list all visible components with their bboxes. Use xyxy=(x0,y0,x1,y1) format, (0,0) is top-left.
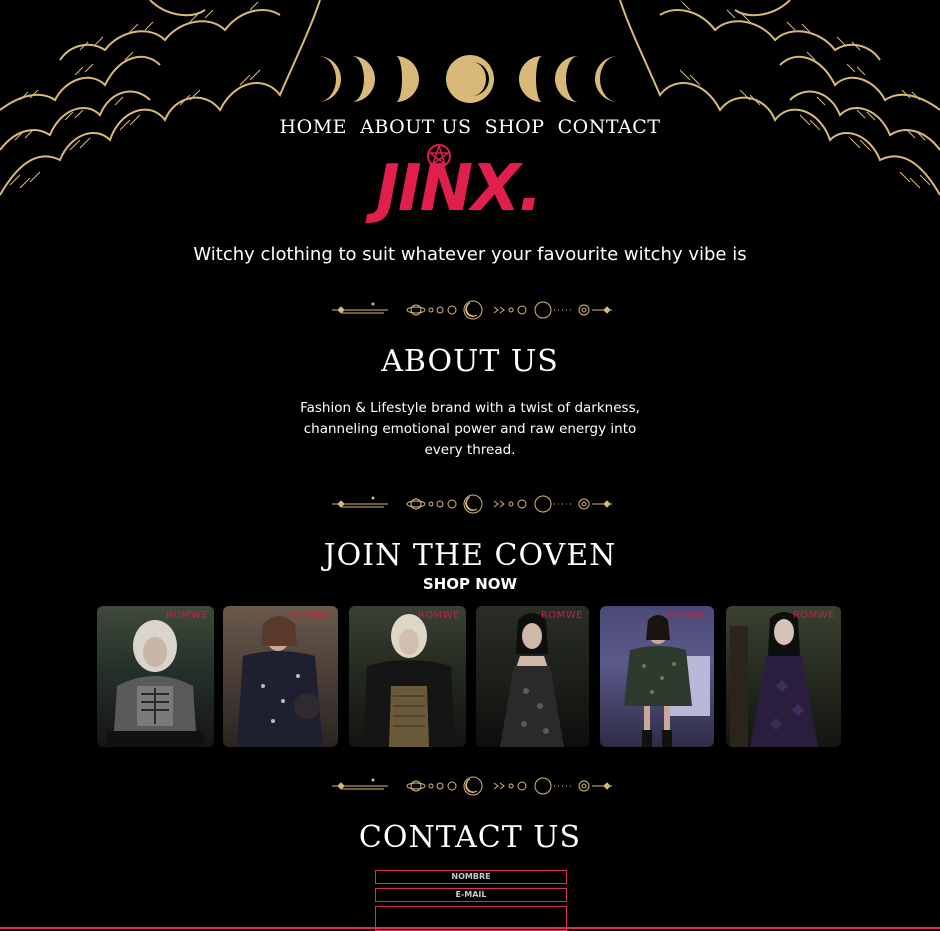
product-brand: ROMWE xyxy=(665,610,708,621)
tagline: Witchy clothing to suit whatever your fa… xyxy=(193,244,747,265)
celestial-dress-photo-icon xyxy=(237,616,323,747)
name-field[interactable]: NOMBRE xyxy=(375,870,567,884)
name-placeholder: NOMBRE xyxy=(451,872,491,881)
product-card[interactable]: ROMWE xyxy=(223,606,338,747)
offshoulder-dress-photo-icon xyxy=(624,615,710,747)
nav-contact-link[interactable]: CONTACT xyxy=(558,116,661,138)
nav-home-link[interactable]: HOME xyxy=(280,116,347,138)
product-brand: ROMWE xyxy=(540,610,583,621)
moon-phases-icon xyxy=(318,55,618,103)
product-card[interactable]: ROMWE xyxy=(349,606,466,747)
celestial-divider-icon xyxy=(332,776,612,796)
celestial-divider-icon xyxy=(332,300,612,320)
cloud-corner-left-decoration xyxy=(0,0,321,196)
skeleton-top-photo-icon xyxy=(107,620,204,747)
product-card[interactable]: ROMWE xyxy=(726,606,841,747)
product-gallery: ROMWE ROMWE ROMWE ROMWE ROMWE ROMWE xyxy=(97,606,841,747)
product-brand: ROMWE xyxy=(792,610,835,621)
shop-now-link[interactable]: SHOP NOW xyxy=(0,575,940,593)
logo-text: JINX. xyxy=(376,152,543,226)
about-title: ABOUT US xyxy=(381,344,559,379)
coven-title: JOIN THE COVEN xyxy=(323,538,617,573)
main-nav: HOME ABOUT US SHOP CONTACT xyxy=(0,116,940,138)
product-card[interactable]: ROMWE xyxy=(97,606,214,747)
cloud-corner-right-decoration xyxy=(619,0,940,196)
email-field[interactable]: E-MAIL xyxy=(375,888,567,902)
product-card[interactable]: ROMWE xyxy=(476,606,589,747)
email-placeholder: E-MAIL xyxy=(455,890,487,899)
product-brand: ROMWE xyxy=(417,610,460,621)
product-brand: ROMWE xyxy=(289,610,332,621)
jinx-logo[interactable]: JINX. xyxy=(368,143,568,233)
about-text: Fashion & Lifestyle brand with a twist o… xyxy=(300,400,640,458)
product-card[interactable]: ROMWE xyxy=(600,606,714,747)
corset-blouse-photo-icon xyxy=(363,614,455,747)
slip-dress-photo-icon xyxy=(500,613,564,747)
celestial-divider-icon xyxy=(332,494,612,514)
contact-title: CONTACT US xyxy=(358,820,582,855)
nav-shop-link[interactable]: SHOP xyxy=(485,116,545,138)
velvet-slip-dress-photo-icon xyxy=(730,612,818,747)
nav-about-link[interactable]: ABOUT US xyxy=(360,116,471,138)
product-brand: ROMWE xyxy=(165,610,208,621)
